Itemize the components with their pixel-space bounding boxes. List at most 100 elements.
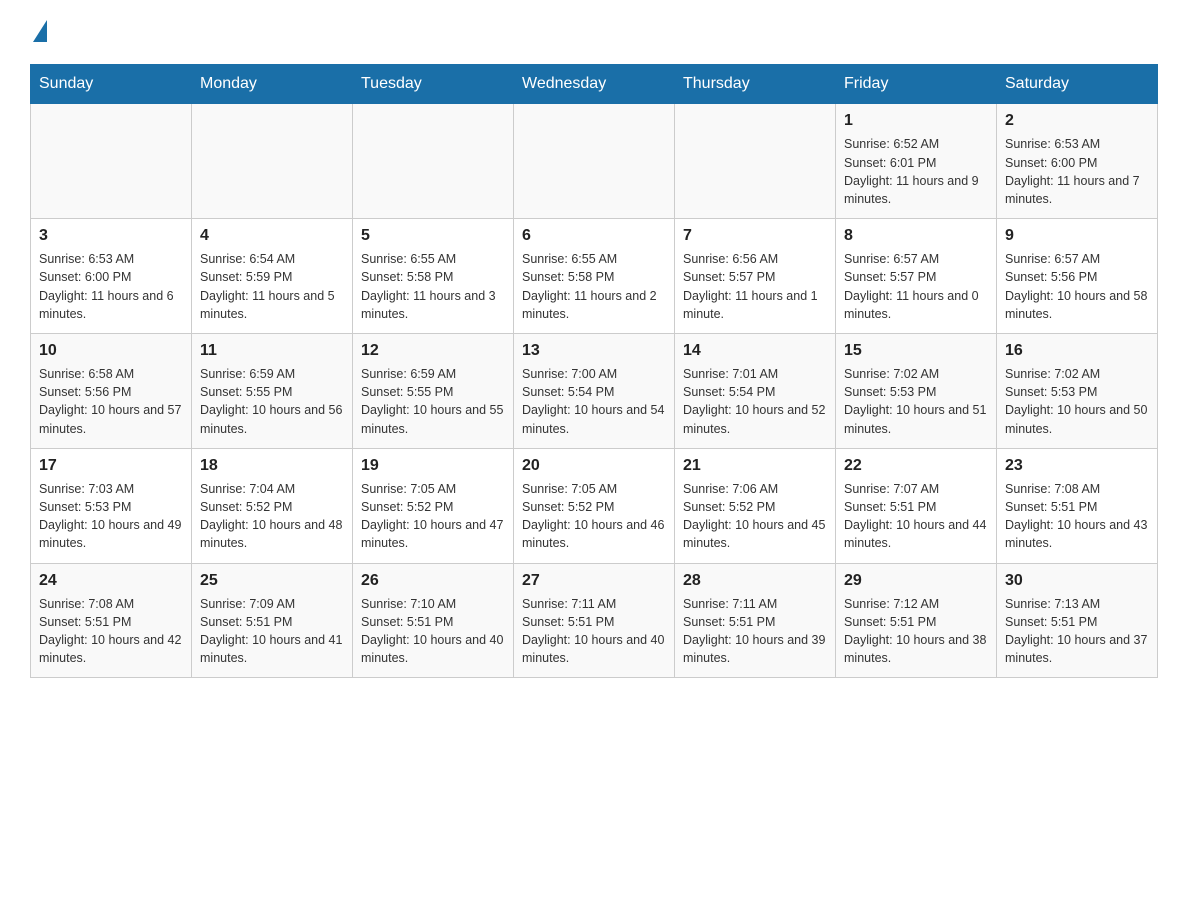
calendar-cell: 14 Sunrise: 7:01 AMSunset: 5:54 PMDayligh… bbox=[675, 333, 836, 448]
day-number: 21 bbox=[683, 455, 827, 477]
calendar-cell: 1 Sunrise: 6:52 AMSunset: 6:01 PMDaylight… bbox=[836, 104, 997, 219]
day-number: 16 bbox=[1005, 340, 1149, 362]
col-thursday: Thursday bbox=[675, 65, 836, 104]
day-number: 28 bbox=[683, 570, 827, 592]
day-number: 10 bbox=[39, 340, 183, 362]
day-number: 7 bbox=[683, 225, 827, 247]
calendar-cell: 10 Sunrise: 6:58 AMSunset: 5:56 PMDayligh… bbox=[31, 333, 192, 448]
day-info: Sunrise: 7:11 AMSunset: 5:51 PMDaylight:… bbox=[683, 595, 827, 668]
calendar-cell: 3 Sunrise: 6:53 AMSunset: 6:00 PMDaylight… bbox=[31, 218, 192, 333]
day-info: Sunrise: 7:02 AMSunset: 5:53 PMDaylight:… bbox=[844, 365, 988, 438]
calendar-cell: 4 Sunrise: 6:54 AMSunset: 5:59 PMDaylight… bbox=[192, 218, 353, 333]
calendar-cell: 21Sunrise: 7:06 AMSunset: 5:52 PMDayligh… bbox=[675, 448, 836, 563]
day-info: Sunrise: 7:13 AMSunset: 5:51 PMDaylight:… bbox=[1005, 595, 1149, 668]
day-number: 27 bbox=[522, 570, 666, 592]
day-info: Sunrise: 6:53 AMSunset: 6:00 PMDaylight:… bbox=[1005, 135, 1149, 208]
day-number: 19 bbox=[361, 455, 505, 477]
col-wednesday: Wednesday bbox=[514, 65, 675, 104]
calendar-cell: 17 Sunrise: 7:03 AMSunset: 5:53 PMDayligh… bbox=[31, 448, 192, 563]
calendar-cell: 28 Sunrise: 7:11 AMSunset: 5:51 PMDayligh… bbox=[675, 563, 836, 678]
calendar-cell: 18 Sunrise: 7:04 AMSunset: 5:52 PMDayligh… bbox=[192, 448, 353, 563]
week-row-5: 24Sunrise: 7:08 AMSunset: 5:51 PMDayligh… bbox=[31, 563, 1158, 678]
day-number: 25 bbox=[200, 570, 344, 592]
day-info: Sunrise: 6:53 AMSunset: 6:00 PMDaylight:… bbox=[39, 250, 183, 323]
calendar-cell: 22 Sunrise: 7:07 AMSunset: 5:51 PMDayligh… bbox=[836, 448, 997, 563]
calendar-cell: 27 Sunrise: 7:11 AMSunset: 5:51 PMDayligh… bbox=[514, 563, 675, 678]
day-info: Sunrise: 7:08 AMSunset: 5:51 PMDaylight:… bbox=[1005, 480, 1149, 553]
week-row-4: 17 Sunrise: 7:03 AMSunset: 5:53 PMDayligh… bbox=[31, 448, 1158, 563]
day-info: Sunrise: 6:55 AMSunset: 5:58 PMDaylight:… bbox=[361, 250, 505, 323]
day-info: Sunrise: 7:04 AMSunset: 5:52 PMDaylight:… bbox=[200, 480, 344, 553]
day-number: 24 bbox=[39, 570, 183, 592]
day-info: Sunrise: 7:10 AMSunset: 5:51 PMDaylight:… bbox=[361, 595, 505, 668]
day-info: Sunrise: 7:12 AMSunset: 5:51 PMDaylight:… bbox=[844, 595, 988, 668]
calendar-cell: 11 Sunrise: 6:59 AMSunset: 5:55 PMDayligh… bbox=[192, 333, 353, 448]
day-number: 4 bbox=[200, 225, 344, 247]
calendar-cell: 15 Sunrise: 7:02 AMSunset: 5:53 PMDayligh… bbox=[836, 333, 997, 448]
day-number: 17 bbox=[39, 455, 183, 477]
day-info: Sunrise: 7:09 AMSunset: 5:51 PMDaylight:… bbox=[200, 595, 344, 668]
calendar-cell: 20 Sunrise: 7:05 AMSunset: 5:52 PMDayligh… bbox=[514, 448, 675, 563]
calendar-cell: 6 Sunrise: 6:55 AMSunset: 5:58 PMDaylight… bbox=[514, 218, 675, 333]
day-info: Sunrise: 7:05 AMSunset: 5:52 PMDaylight:… bbox=[522, 480, 666, 553]
col-monday: Monday bbox=[192, 65, 353, 104]
calendar-cell: 5 Sunrise: 6:55 AMSunset: 5:58 PMDaylight… bbox=[353, 218, 514, 333]
day-number: 11 bbox=[200, 340, 344, 362]
day-number: 30 bbox=[1005, 570, 1149, 592]
calendar-cell: 8Sunrise: 6:57 AMSunset: 5:57 PMDaylight… bbox=[836, 218, 997, 333]
day-info: Sunrise: 7:03 AMSunset: 5:53 PMDaylight:… bbox=[39, 480, 183, 553]
day-number: 5 bbox=[361, 225, 505, 247]
day-number: 22 bbox=[844, 455, 988, 477]
calendar-cell: 23 Sunrise: 7:08 AMSunset: 5:51 PMDayligh… bbox=[997, 448, 1158, 563]
day-info: Sunrise: 6:55 AMSunset: 5:58 PMDaylight:… bbox=[522, 250, 666, 323]
calendar-header-row: Sunday Monday Tuesday Wednesday Thursday… bbox=[31, 65, 1158, 104]
day-info: Sunrise: 6:58 AMSunset: 5:56 PMDaylight:… bbox=[39, 365, 183, 438]
col-friday: Friday bbox=[836, 65, 997, 104]
week-row-1: 1 Sunrise: 6:52 AMSunset: 6:01 PMDaylight… bbox=[31, 104, 1158, 219]
page-header bbox=[30, 20, 1158, 44]
calendar-cell: 29 Sunrise: 7:12 AMSunset: 5:51 PMDayligh… bbox=[836, 563, 997, 678]
calendar-cell bbox=[31, 104, 192, 219]
day-number: 20 bbox=[522, 455, 666, 477]
day-number: 13 bbox=[522, 340, 666, 362]
calendar-cell: 16 Sunrise: 7:02 AMSunset: 5:53 PMDayligh… bbox=[997, 333, 1158, 448]
day-info: Sunrise: 7:01 AMSunset: 5:54 PMDaylight:… bbox=[683, 365, 827, 438]
day-info: Sunrise: 6:56 AMSunset: 5:57 PMDaylight:… bbox=[683, 250, 827, 323]
day-number: 3 bbox=[39, 225, 183, 247]
day-number: 15 bbox=[844, 340, 988, 362]
day-number: 23 bbox=[1005, 455, 1149, 477]
day-info: Sunrise: 6:54 AMSunset: 5:59 PMDaylight:… bbox=[200, 250, 344, 323]
day-number: 14 bbox=[683, 340, 827, 362]
day-number: 2 bbox=[1005, 110, 1149, 132]
calendar-cell: 7 Sunrise: 6:56 AMSunset: 5:57 PMDaylight… bbox=[675, 218, 836, 333]
day-info: Sunrise: 7:02 AMSunset: 5:53 PMDaylight:… bbox=[1005, 365, 1149, 438]
day-number: 1 bbox=[844, 110, 988, 132]
day-info: Sunrise: 6:59 AMSunset: 5:55 PMDaylight:… bbox=[200, 365, 344, 438]
day-number: 29 bbox=[844, 570, 988, 592]
day-info: Sunrise: 7:11 AMSunset: 5:51 PMDaylight:… bbox=[522, 595, 666, 668]
calendar-cell bbox=[192, 104, 353, 219]
calendar-cell bbox=[353, 104, 514, 219]
day-number: 8 bbox=[844, 225, 988, 247]
col-saturday: Saturday bbox=[997, 65, 1158, 104]
calendar-cell: 30 Sunrise: 7:13 AMSunset: 5:51 PMDayligh… bbox=[997, 563, 1158, 678]
calendar-cell: 9 Sunrise: 6:57 AMSunset: 5:56 PMDaylight… bbox=[997, 218, 1158, 333]
day-info: Sunrise: 7:05 AMSunset: 5:52 PMDaylight:… bbox=[361, 480, 505, 553]
calendar-table: Sunday Monday Tuesday Wednesday Thursday… bbox=[30, 64, 1158, 678]
week-row-3: 10 Sunrise: 6:58 AMSunset: 5:56 PMDayligh… bbox=[31, 333, 1158, 448]
day-info: Sunrise: 6:57 AMSunset: 5:56 PMDaylight:… bbox=[1005, 250, 1149, 323]
logo bbox=[30, 20, 47, 44]
calendar-cell bbox=[675, 104, 836, 219]
week-row-2: 3 Sunrise: 6:53 AMSunset: 6:00 PMDaylight… bbox=[31, 218, 1158, 333]
calendar-cell: 26Sunrise: 7:10 AMSunset: 5:51 PMDayligh… bbox=[353, 563, 514, 678]
day-number: 9 bbox=[1005, 225, 1149, 247]
day-info: Sunrise: 7:00 AMSunset: 5:54 PMDaylight:… bbox=[522, 365, 666, 438]
calendar-cell: 24Sunrise: 7:08 AMSunset: 5:51 PMDayligh… bbox=[31, 563, 192, 678]
day-number: 6 bbox=[522, 225, 666, 247]
col-sunday: Sunday bbox=[31, 65, 192, 104]
calendar-cell: 19 Sunrise: 7:05 AMSunset: 5:52 PMDayligh… bbox=[353, 448, 514, 563]
day-info: Sunrise: 7:07 AMSunset: 5:51 PMDaylight:… bbox=[844, 480, 988, 553]
day-number: 18 bbox=[200, 455, 344, 477]
day-info: Sunrise: 6:52 AMSunset: 6:01 PMDaylight:… bbox=[844, 135, 988, 208]
col-tuesday: Tuesday bbox=[353, 65, 514, 104]
